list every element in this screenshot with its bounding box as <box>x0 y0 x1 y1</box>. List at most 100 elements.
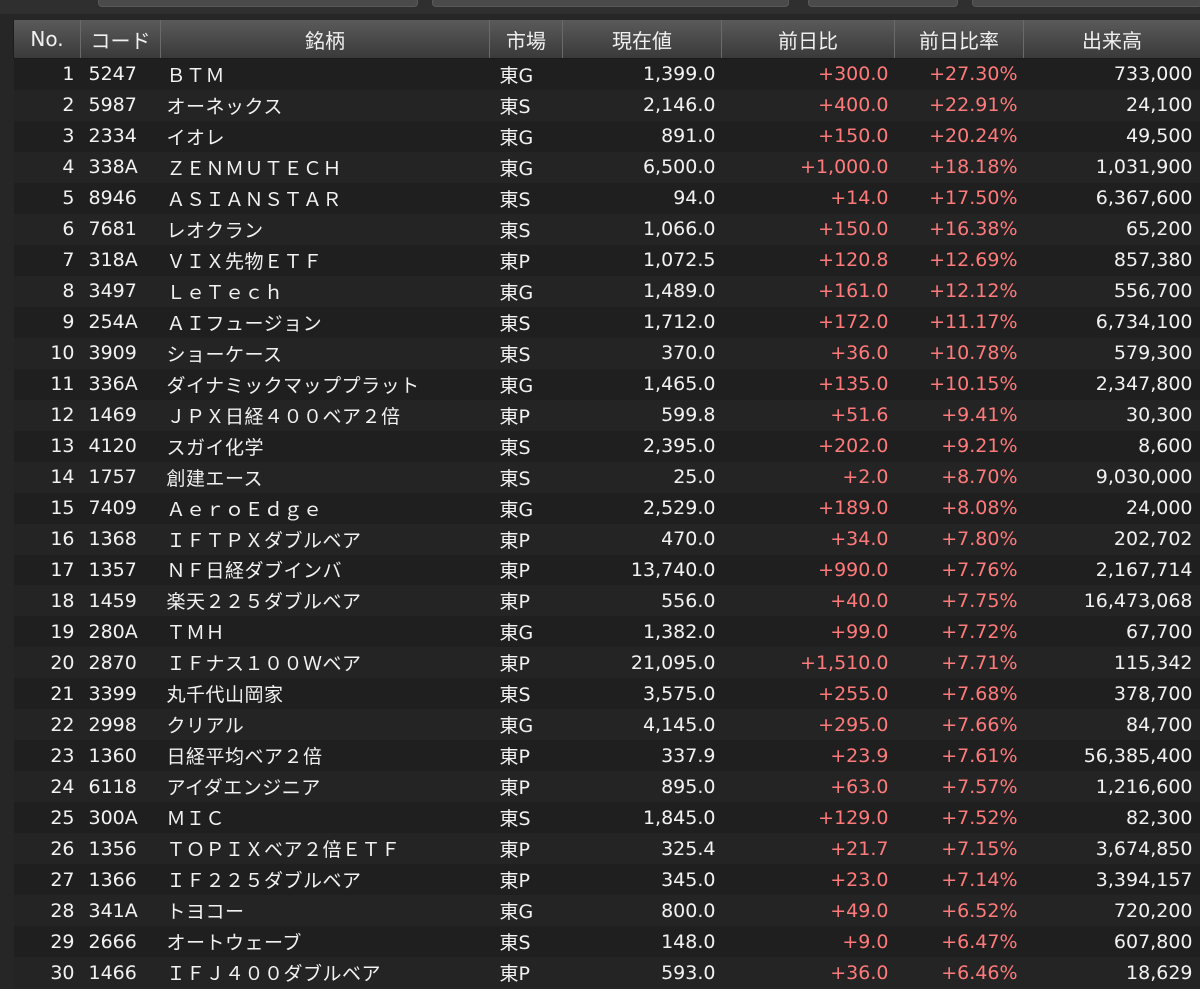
market-cell: 東S <box>489 461 563 493</box>
table-row[interactable]: 17 1357 ＮＦ日経ダブインバ 東P 13,740.0 +990.0 +7.76% 2,1… <box>13 554 1200 586</box>
table-row[interactable]: 2 5987 オーネックス 東S 2,146.0 +400.0 +22.91% 24,100 <box>13 89 1200 121</box>
volume-cell: 202,702 <box>1023 523 1200 555</box>
volume-cell: 857,380 <box>1023 244 1200 276</box>
current-price-cell: 370.0 <box>562 337 722 369</box>
current-price-cell: 1,066.0 <box>562 213 722 245</box>
change-pct-cell: +16.38% <box>894 213 1024 245</box>
table-row[interactable]: 18 1459 楽天２２５ダブルベア 東P 556.0 +40.0 +7.75% 16,473… <box>13 585 1200 617</box>
current-price-cell: 1,399.0 <box>562 58 722 90</box>
stock-code-cell: 3497 <box>80 275 161 307</box>
table-row[interactable]: 20 2870 ＩＦナス１００Ｗベア 東P 21,095.0 +1,510.0 +7.71%… <box>13 647 1200 679</box>
table-row[interactable]: 26 1356 ＴＯＰＩＸベア２倍ＥＴＦ 東P 325.4 +21.7 +7.15% 3,67… <box>13 833 1200 865</box>
toolbar-button[interactable] <box>972 0 1200 7</box>
change-cell: +34.0 <box>721 523 895 555</box>
market-cell: 東S <box>489 89 563 121</box>
column-header-code[interactable]: コード <box>80 20 161 59</box>
change-cell: +2.0 <box>721 461 895 493</box>
column-header-price[interactable]: 現在値 <box>562 20 722 59</box>
table-row[interactable]: 12 1469 ＪＰＸ日経４００ベア２倍 東P 599.8 +51.6 +9.41% 30,3… <box>13 399 1200 431</box>
table-body: 1 5247 ＢＴＭ 東G 1,399.0 +300.0 +27.30% 733,000 2 59… <box>13 58 1200 989</box>
table-row[interactable]: 23 1360 日経平均ベア２倍 東P 337.9 +23.9 +7.61% 56,385,4… <box>13 740 1200 772</box>
current-price-cell: 556.0 <box>562 585 722 617</box>
current-price-cell: 1,465.0 <box>562 368 722 400</box>
volume-cell: 2,347,800 <box>1023 368 1200 400</box>
table-row[interactable]: 14 1757 創建エース 東S 25.0 +2.0 +8.70% 9,030,000 <box>13 461 1200 493</box>
table-row[interactable]: 3 2334 イオレ 東G 891.0 +150.0 +20.24% 49,500 <box>13 120 1200 152</box>
market-cell: 東S <box>489 802 563 834</box>
change-pct-cell: +18.18% <box>894 151 1024 183</box>
table-row[interactable]: 11 336A ダイナミックマッププラット 東G 1,465.0 +135.0 +10.15… <box>13 368 1200 400</box>
rank-number-cell: 7 <box>13 244 81 276</box>
table-row[interactable]: 7 318A ＶＩＸ先物ＥＴＦ 東P 1,072.5 +120.8 +12.69% 857,3… <box>13 244 1200 276</box>
volume-cell: 82,300 <box>1023 802 1200 834</box>
column-header-no[interactable]: No. <box>13 20 81 59</box>
rank-number-cell: 23 <box>13 740 81 772</box>
volume-cell: 30,300 <box>1023 399 1200 431</box>
change-cell: +40.0 <box>721 585 895 617</box>
rank-number-cell: 19 <box>13 616 81 648</box>
volume-cell: 1,031,900 <box>1023 151 1200 183</box>
table-row[interactable]: 22 2998 クリアル 東G 4,145.0 +295.0 +7.66% 84,700 <box>13 709 1200 741</box>
table-row[interactable]: 30 1466 ＩＦＪ４００ダブルベア 東P 593.0 +36.0 +6.46% 18,62… <box>13 957 1200 989</box>
table-row[interactable]: 27 1366 ＩＦ２２５ダブルベア 東P 345.0 +23.0 +7.14% 3,394,… <box>13 864 1200 896</box>
volume-cell: 720,200 <box>1023 895 1200 927</box>
stock-code-cell: 2666 <box>80 926 161 958</box>
rank-number-cell: 4 <box>13 151 81 183</box>
stock-name-cell: ＪＰＸ日経４００ベア２倍 <box>160 399 490 431</box>
table-row[interactable]: 1 5247 ＢＴＭ 東G 1,399.0 +300.0 +27.30% 733,000 <box>13 58 1200 90</box>
change-cell: +1,510.0 <box>721 647 895 679</box>
current-price-cell: 895.0 <box>562 771 722 803</box>
market-cell: 東P <box>489 957 563 989</box>
table-row[interactable]: 6 7681 レオクラン 東S 1,066.0 +150.0 +16.38% 65,200 <box>13 213 1200 245</box>
change-cell: +14.0 <box>721 182 895 214</box>
table-row[interactable]: 5 8946 ＡＳＩＡＮＳＴＡＲ 東S 94.0 +14.0 +17.50% 6,367,60… <box>13 182 1200 214</box>
market-cell: 東S <box>489 430 563 462</box>
table-row[interactable]: 24 6118 アイダエンジニア 東P 895.0 +63.0 +7.57% 1,216,60… <box>13 771 1200 803</box>
change-pct-cell: +7.52% <box>894 802 1024 834</box>
change-pct-cell: +22.91% <box>894 89 1024 121</box>
stock-name-cell: ＴＭＨ <box>160 616 490 648</box>
column-header-name[interactable]: 銘柄 <box>160 20 490 59</box>
table-row[interactable]: 16 1368 ＩＦＴＰＸダブルベア 東P 470.0 +34.0 +7.80% 202,70… <box>13 523 1200 555</box>
market-cell: 東P <box>489 523 563 555</box>
table-row[interactable]: 10 3909 ショーケース 東S 370.0 +36.0 +10.78% 579,300 <box>13 337 1200 369</box>
stock-code-cell: 7681 <box>80 213 161 245</box>
toolbar-button[interactable] <box>432 0 789 7</box>
volume-cell: 56,385,400 <box>1023 740 1200 772</box>
stock-name-cell: スガイ化学 <box>160 430 490 462</box>
column-header-volume[interactable]: 出来高 <box>1023 20 1200 59</box>
volume-cell: 49,500 <box>1023 120 1200 152</box>
table-row[interactable]: 28 341A トヨコー 東G 800.0 +49.0 +6.52% 720,200 <box>13 895 1200 927</box>
volume-cell: 733,000 <box>1023 58 1200 90</box>
stock-code-cell: 1466 <box>80 957 161 989</box>
table-row[interactable]: 8 3497 ＬｅＴｅｃｈ 東G 1,489.0 +161.0 +12.12% 556,700 <box>13 275 1200 307</box>
toolbar-button[interactable] <box>808 0 958 7</box>
stock-name-cell: ＩＦナス１００Ｗベア <box>160 647 490 679</box>
table-row[interactable]: 15 7409 ＡｅｒｏＥｄｇｅ 東G 2,529.0 +189.0 +8.08% 24,00… <box>13 492 1200 524</box>
stock-name-cell: ＩＦ２２５ダブルベア <box>160 864 490 896</box>
table-row[interactable]: 9 254A ＡＩフュージョン 東S 1,712.0 +172.0 +11.17% 6,734… <box>13 306 1200 338</box>
ranking-window: No. コード 銘柄 市場 現在値 前日比 前日比率 出来高 1 5247 ＢＴＭ 東… <box>0 0 1200 989</box>
column-header-change[interactable]: 前日比 <box>721 20 895 59</box>
current-price-cell: 1,072.5 <box>562 244 722 276</box>
stock-code-cell: 338A <box>80 151 161 183</box>
table-row[interactable]: 21 3399 丸千代山岡家 東S 3,575.0 +255.0 +7.68% 378,700 <box>13 678 1200 710</box>
stock-code-cell: 1368 <box>80 523 161 555</box>
column-header-market[interactable]: 市場 <box>489 20 563 59</box>
table-row[interactable]: 29 2666 オートウェーブ 東S 148.0 +9.0 +6.47% 607,800 <box>13 926 1200 958</box>
volume-cell: 6,734,100 <box>1023 306 1200 338</box>
toolbar-button[interactable] <box>98 0 418 7</box>
table-row[interactable]: 19 280A ＴＭＨ 東G 1,382.0 +99.0 +7.72% 67,700 <box>13 616 1200 648</box>
volume-cell: 16,473,068 <box>1023 585 1200 617</box>
stock-name-cell: 丸千代山岡家 <box>160 678 490 710</box>
table-row[interactable]: 25 300A ＭＩＣ 東S 1,845.0 +129.0 +7.52% 82,300 <box>13 802 1200 834</box>
stock-code-cell: 8946 <box>80 182 161 214</box>
change-pct-cell: +9.21% <box>894 430 1024 462</box>
table-row[interactable]: 13 4120 スガイ化学 東S 2,395.0 +202.0 +9.21% 8,600 <box>13 430 1200 462</box>
stock-code-cell: 254A <box>80 306 161 338</box>
column-header-change-pct[interactable]: 前日比率 <box>894 20 1024 59</box>
rank-number-cell: 2 <box>13 89 81 121</box>
stock-name-cell: ショーケース <box>160 337 490 369</box>
table-row[interactable]: 4 338A ＺＥＮＭＵＴＥＣＨ 東G 6,500.0 +1,000.0 +18.18% 1,… <box>13 151 1200 183</box>
stock-code-cell: 4120 <box>80 430 161 462</box>
